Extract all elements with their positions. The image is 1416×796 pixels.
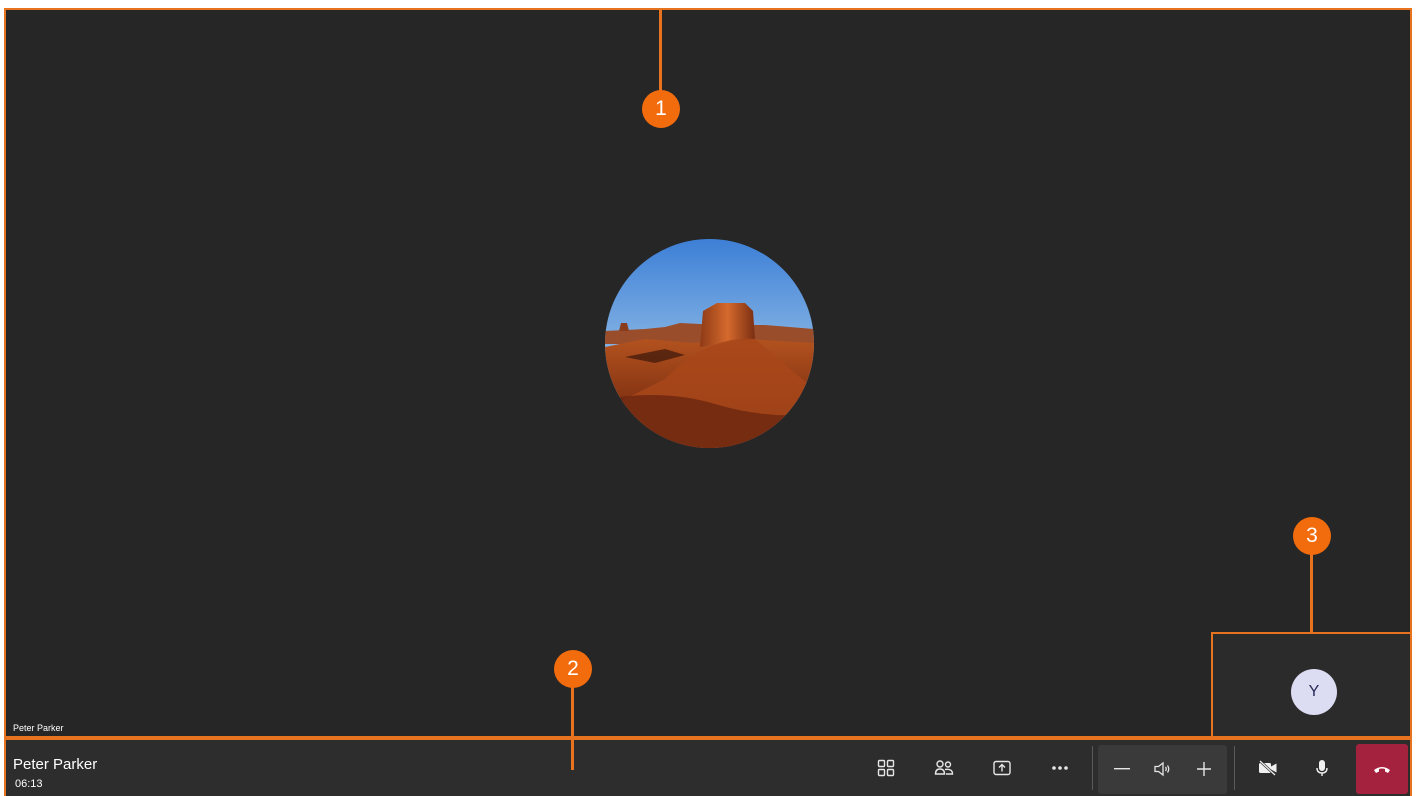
call-timer: 06:13 (15, 778, 43, 790)
call-control-bar: Peter Parker 06:13 (4, 738, 1412, 796)
stage-participant-label: Peter Parker (13, 723, 64, 733)
microphone-icon (1316, 760, 1328, 776)
speaker-button[interactable] (1142, 749, 1182, 789)
participant-avatar-photo (605, 239, 814, 448)
main-video-stage: Peter Parker (4, 8, 1412, 738)
volume-up-button[interactable] (1184, 749, 1224, 789)
participants-button[interactable] (924, 748, 964, 788)
volume-down-button[interactable] (1102, 749, 1142, 789)
callout-3-badge: 3 (1293, 517, 1331, 555)
self-view-tile[interactable]: Y (1211, 632, 1412, 738)
gallery-view-button[interactable] (866, 748, 906, 788)
caller-name: Peter Parker (13, 756, 98, 773)
callout-3-leader (1310, 550, 1313, 634)
people-icon (934, 760, 954, 775)
camera-off-icon (1259, 760, 1277, 776)
callout-2-leader (571, 683, 574, 770)
callout-1-leader (659, 8, 662, 96)
microphone-button[interactable] (1302, 748, 1342, 788)
grid-icon (877, 759, 895, 777)
share-screen-button[interactable] (982, 748, 1022, 788)
hang-up-icon (1374, 767, 1390, 773)
self-avatar: Y (1291, 669, 1337, 715)
speaker-icon (1154, 761, 1170, 777)
callout-2-badge: 2 (554, 650, 592, 688)
toolbar-divider (1234, 746, 1235, 790)
more-icon (1052, 766, 1068, 770)
toolbar-divider (1092, 746, 1093, 790)
end-call-button[interactable] (1356, 744, 1408, 794)
share-icon (993, 760, 1011, 776)
volume-control-group (1098, 745, 1227, 794)
more-options-button[interactable] (1040, 748, 1080, 788)
minus-icon (1114, 768, 1130, 770)
callout-1-badge: 1 (642, 90, 680, 128)
plus-icon (1197, 762, 1211, 776)
camera-toggle-button[interactable] (1248, 748, 1288, 788)
